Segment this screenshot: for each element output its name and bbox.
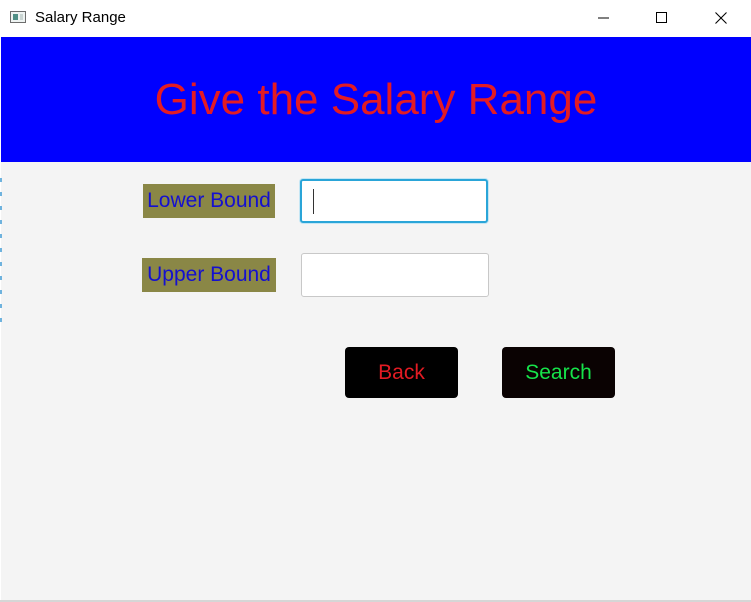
minimize-icon	[598, 17, 609, 19]
upper-bound-input[interactable]	[301, 253, 489, 297]
upper-bound-label: Upper Bound	[142, 258, 276, 292]
lower-bound-input[interactable]	[300, 179, 488, 223]
maximize-button[interactable]	[639, 0, 685, 36]
maximize-icon	[656, 12, 667, 23]
text-caret	[313, 189, 314, 214]
window-title: Salary Range	[35, 9, 126, 26]
lower-bound-label: Lower Bound	[143, 184, 275, 218]
window-edge-marker	[0, 178, 2, 323]
back-button[interactable]: Back	[345, 347, 458, 398]
minimize-button[interactable]	[581, 0, 627, 36]
window-titlebar: Salary Range	[0, 0, 751, 37]
close-button[interactable]	[698, 0, 744, 36]
search-button[interactable]: Search	[502, 347, 615, 398]
header-banner: Give the Salary Range	[1, 37, 751, 162]
close-icon	[715, 12, 727, 24]
page-title: Give the Salary Range	[154, 74, 598, 124]
app-icon	[10, 11, 26, 23]
